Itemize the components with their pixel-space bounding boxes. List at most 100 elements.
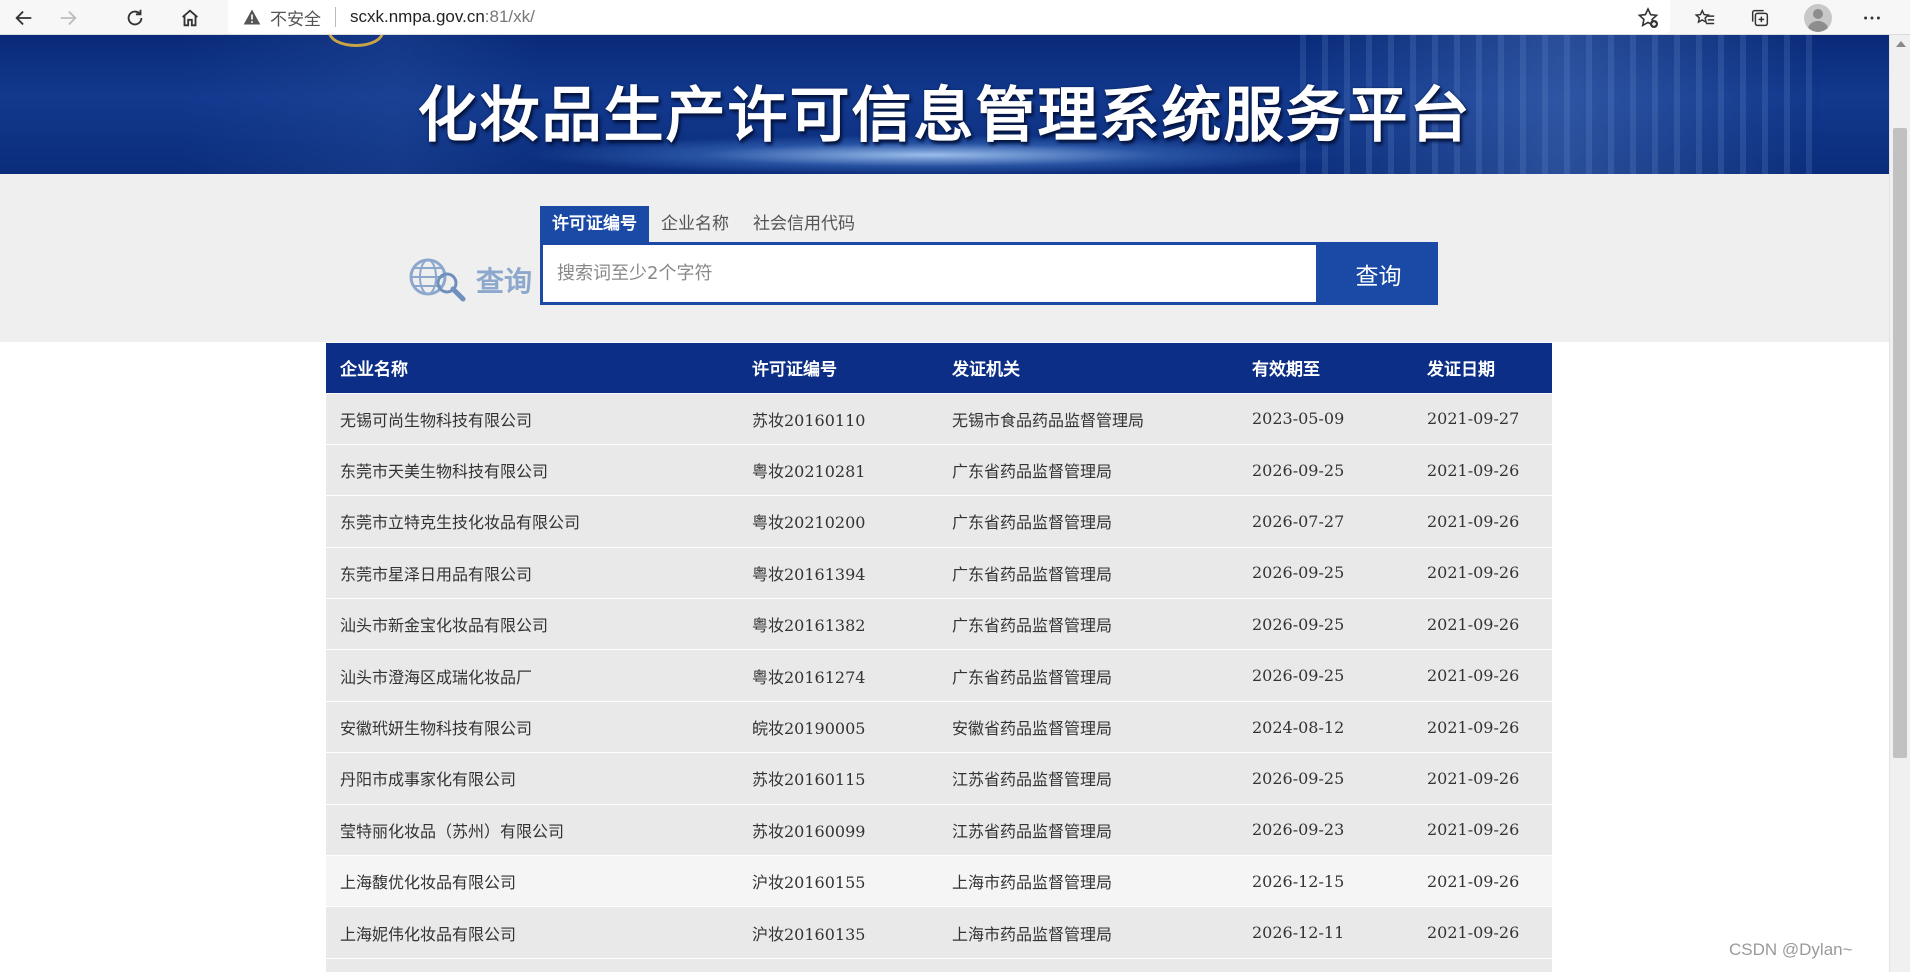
cell-license-number: 苏妆20160099 bbox=[738, 803, 938, 856]
cell-issue-date: 2021-09-26 bbox=[1413, 906, 1552, 959]
more-button[interactable] bbox=[1852, 0, 1892, 35]
table-row[interactable]: 东莞市星泽日用品有限公司 粤妆20161394 广东省药品监督管理局 2026-… bbox=[326, 546, 1552, 599]
cell-company[interactable]: 汕头市新金宝化妆品有限公司 bbox=[326, 598, 738, 650]
cell-license-number: 粤妆20161274 bbox=[738, 649, 938, 702]
cell-company[interactable]: 东莞市立特克生技化妆品有限公司 bbox=[326, 495, 738, 548]
cell-license-number: 苏妆20160110 bbox=[738, 392, 938, 445]
cell-valid-until: 2026-09-25 bbox=[1238, 546, 1413, 599]
cell-company[interactable]: 汕头市澄海区成瑞化妆品厂 bbox=[326, 649, 738, 702]
site-title: 化妆品生产许可信息管理系统服务平台 bbox=[417, 81, 1472, 151]
table-row[interactable]: 丹阳市成事家化有限公司 苏妆20160115 江苏省药品监督管理局 2026-0… bbox=[326, 752, 1552, 805]
results-table: 企业名称 许可证编号 发证机关 有效期至 发证日期 无锡可尚生物科技有限公司 苏… bbox=[326, 343, 1552, 972]
cell-valid-until: 2026-09-25 bbox=[1238, 649, 1413, 702]
forward-button[interactable] bbox=[48, 0, 88, 35]
cell-license-number: 粤妆20161394 bbox=[738, 546, 938, 599]
table-row[interactable]: 汕头市新金宝化妆品有限公司 粤妆20161382 广东省药品监督管理局 2026… bbox=[326, 598, 1552, 650]
cell-issue-date: 2021-09-26 bbox=[1413, 443, 1552, 496]
address-divider bbox=[335, 7, 336, 27]
scroll-up-arrow-icon[interactable] bbox=[1896, 41, 1906, 47]
search-panel: 查询 许可证编号 企业名称 社会信用代码 查询 bbox=[0, 174, 1889, 342]
cell-issue-date bbox=[1413, 957, 1552, 972]
cell-issuing-authority: 广东省药品监督管理局 bbox=[938, 495, 1238, 548]
cell-valid-until bbox=[1238, 957, 1413, 972]
cell-license-number: 粤妆20210200 bbox=[738, 495, 938, 548]
cell-company[interactable]: 东莞市星泽日用品有限公司 bbox=[326, 546, 738, 599]
forward-icon bbox=[60, 10, 77, 25]
cell-issue-date: 2021-09-26 bbox=[1413, 649, 1552, 702]
cell-valid-until: 2026-09-23 bbox=[1238, 803, 1413, 856]
cell-company[interactable]: 莹特丽化妆品（苏州）有限公司 bbox=[326, 803, 738, 856]
watermark: CSDN @Dylan~ bbox=[1729, 940, 1853, 959]
security-status-label[interactable]: 不安全 bbox=[270, 5, 321, 30]
refresh-button[interactable] bbox=[115, 0, 155, 35]
cell-company[interactable]: 上海妮伟化妆品有限公司 bbox=[326, 906, 738, 959]
cell-company[interactable]: 上海馥优化妆品有限公司 bbox=[326, 855, 738, 907]
tab-company-name[interactable]: 企业名称 bbox=[649, 206, 741, 242]
table-header-row: 企业名称 许可证编号 发证机关 有效期至 发证日期 bbox=[326, 343, 1552, 393]
home-icon bbox=[182, 8, 198, 26]
table-row[interactable]: 汕头市澄海区成瑞化妆品厂 粤妆20161274 广东省药品监督管理局 2026-… bbox=[326, 649, 1552, 702]
cell-valid-until: 2026-12-15 bbox=[1238, 855, 1413, 907]
cell-company[interactable]: 安徽玳妍生物科技有限公司 bbox=[326, 700, 738, 753]
table-row[interactable]: 东莞市立特克生技化妆品有限公司 粤妆20210200 广东省药品监督管理局 20… bbox=[326, 495, 1552, 548]
cell-issuing-authority: 安徽省药品监督管理局 bbox=[938, 700, 1238, 753]
cell-issuing-authority: 上海市药品监督管理局 bbox=[938, 855, 1238, 907]
home-button[interactable] bbox=[170, 0, 210, 35]
search-input[interactable] bbox=[540, 242, 1319, 305]
column-header-valid-until: 有效期至 bbox=[1238, 343, 1413, 393]
address-bar[interactable]: 不安全 scxk.nmpa.gov.cn :81/xk/ bbox=[228, 0, 1670, 34]
table-row[interactable]: 上海馥优化妆品有限公司 沪妆20160155 上海市药品监督管理局 2026-1… bbox=[326, 855, 1552, 907]
search-button[interactable]: 查询 bbox=[1319, 242, 1438, 305]
table-row[interactable]: 莹特丽化妆品（苏州）有限公司 苏妆20160099 江苏省药品监督管理局 202… bbox=[326, 803, 1552, 856]
cell-issue-date: 2021-09-26 bbox=[1413, 803, 1552, 856]
cell-license-number: 沪妆20160155 bbox=[738, 855, 938, 907]
warning-icon[interactable] bbox=[242, 7, 262, 27]
table-row[interactable]: 上海妮伟化妆品有限公司 沪妆20160135 上海市药品监督管理局 2026-1… bbox=[326, 906, 1552, 959]
cell-issuing-authority: 无锡市食品药品监督管理局 bbox=[938, 392, 1238, 445]
cell-company[interactable]: 无锡可尚生物科技有限公司 bbox=[326, 392, 738, 445]
column-header-issue-date: 发证日期 bbox=[1413, 343, 1552, 393]
back-button[interactable] bbox=[4, 0, 44, 35]
tab-credit-code[interactable]: 社会信用代码 bbox=[741, 206, 867, 242]
cell-valid-until: 2026-09-25 bbox=[1238, 598, 1413, 650]
table-row[interactable]: 安徽玳妍生物科技有限公司 皖妆20190005 安徽省药品监督管理局 2024-… bbox=[326, 700, 1552, 753]
scrollbar-thumb[interactable] bbox=[1893, 128, 1907, 758]
cell-license-number bbox=[738, 957, 938, 972]
cell-issuing-authority: 广东省药品监督管理局 bbox=[938, 598, 1238, 650]
cell-company[interactable]: 丹阳市成事家化有限公司 bbox=[326, 752, 738, 805]
collections-button[interactable] bbox=[1740, 0, 1780, 35]
cell-company[interactable]: 东莞市天美生物科技有限公司 bbox=[326, 443, 738, 496]
cell-valid-until: 2026-09-25 bbox=[1238, 443, 1413, 496]
url-path[interactable]: :81/xk/ bbox=[485, 7, 535, 27]
cell-valid-until: 2026-09-25 bbox=[1238, 752, 1413, 805]
cell-license-number: 苏妆20160115 bbox=[738, 752, 938, 805]
cell-license-number: 皖妆20190005 bbox=[738, 700, 938, 753]
cell-company[interactable] bbox=[326, 957, 738, 972]
column-header-company: 企业名称 bbox=[326, 343, 738, 393]
cell-issuing-authority: 广东省药品监督管理局 bbox=[938, 649, 1238, 702]
table-row[interactable]: 东莞市天美生物科技有限公司 粤妆20210281 广东省药品监督管理局 2026… bbox=[326, 443, 1552, 496]
page-scrollbar[interactable] bbox=[1889, 35, 1910, 972]
column-header-license-number: 许可证编号 bbox=[738, 343, 938, 393]
table-row[interactable] bbox=[326, 957, 1552, 972]
cell-issue-date: 2021-09-26 bbox=[1413, 598, 1552, 650]
browser-toolbar: 不安全 scxk.nmpa.gov.cn :81/xk/ bbox=[0, 0, 1910, 35]
cell-issue-date: 2021-09-26 bbox=[1413, 700, 1552, 753]
cell-issuing-authority: 江苏省药品监督管理局 bbox=[938, 803, 1238, 856]
table-row[interactable]: 无锡可尚生物科技有限公司 苏妆20160110 无锡市食品药品监督管理局 202… bbox=[326, 392, 1552, 445]
favorites-button[interactable] bbox=[1685, 0, 1725, 35]
tab-license-number[interactable]: 许可证编号 bbox=[540, 206, 649, 242]
cell-license-number: 粤妆20161382 bbox=[738, 598, 938, 650]
column-header-issuing-authority: 发证机关 bbox=[938, 343, 1238, 393]
back-icon bbox=[15, 10, 32, 25]
profile-icon[interactable] bbox=[1804, 4, 1832, 32]
more-icon bbox=[1864, 16, 1880, 19]
cell-issuing-authority: 广东省药品监督管理局 bbox=[938, 443, 1238, 496]
add-favorite-icon[interactable] bbox=[1636, 6, 1660, 30]
refresh-icon bbox=[127, 9, 143, 25]
cell-valid-until: 2024-08-12 bbox=[1238, 700, 1413, 753]
cell-issue-date: 2021-09-27 bbox=[1413, 392, 1552, 445]
url-host[interactable]: scxk.nmpa.gov.cn bbox=[350, 7, 485, 27]
cell-valid-until: 2026-07-27 bbox=[1238, 495, 1413, 548]
site-banner: 化妆品生产许可信息管理系统服务平台 bbox=[0, 35, 1889, 174]
